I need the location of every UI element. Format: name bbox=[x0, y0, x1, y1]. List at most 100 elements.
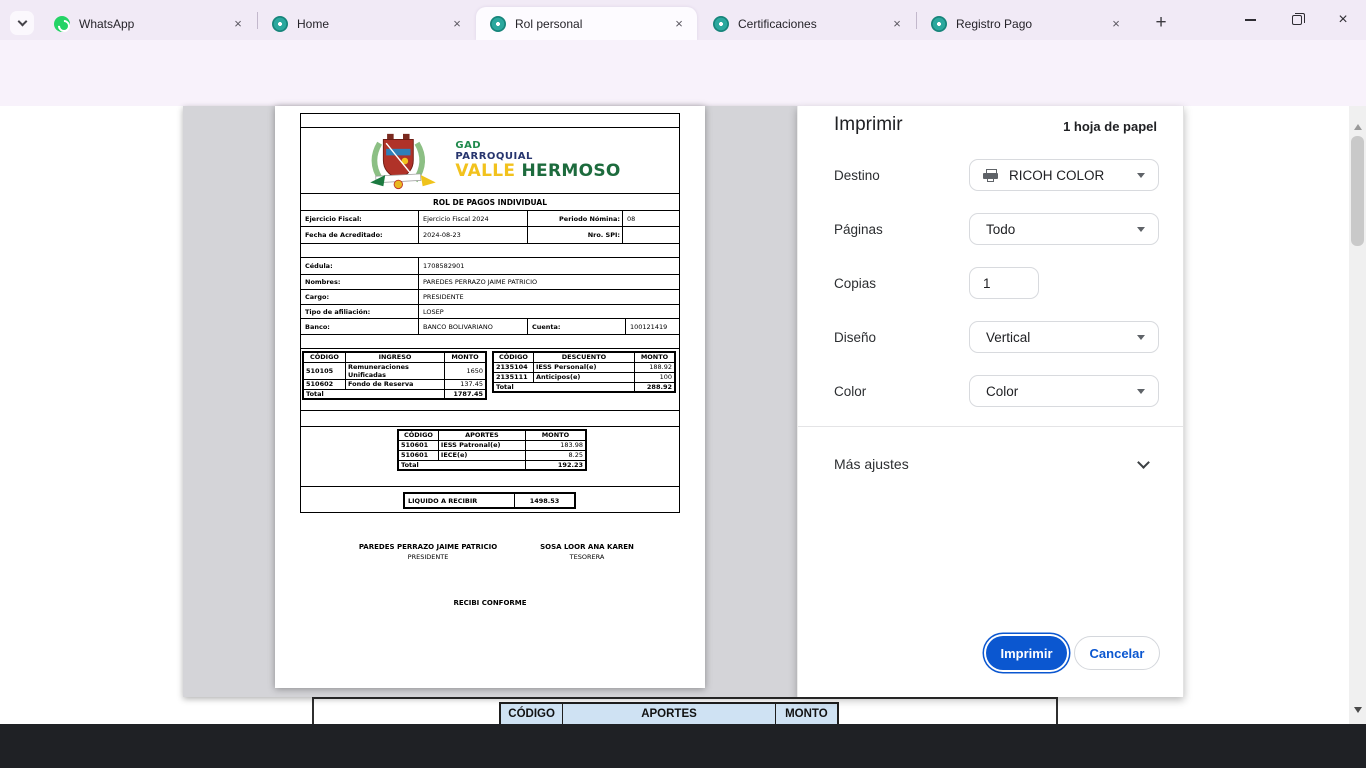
column-header: CÓDIGO bbox=[500, 703, 563, 725]
doc-empty-row bbox=[301, 244, 679, 258]
close-icon: × bbox=[1338, 11, 1347, 29]
tab-registro-pago[interactable]: Registro Pago × bbox=[917, 7, 1134, 40]
column-header: DESCUENTO bbox=[533, 352, 634, 362]
print-button[interactable]: Imprimir bbox=[986, 636, 1067, 670]
doc-cargo-row: Cargo: PRESIDENTE bbox=[301, 290, 679, 305]
field-value: 08 bbox=[623, 211, 679, 226]
recibi-conforme-label: RECIBI CONFORME bbox=[275, 599, 705, 607]
destino-select[interactable]: RICOH COLOR bbox=[969, 159, 1159, 191]
chevron-down-icon bbox=[1137, 173, 1145, 178]
table-row: 510601IESS Patronal(e)183.98 bbox=[398, 440, 586, 450]
chevron-down-icon[interactable] bbox=[1137, 456, 1150, 469]
org-line1: GAD bbox=[455, 140, 620, 151]
field-label: Tipo de afiliación: bbox=[301, 305, 419, 318]
site-favicon-icon bbox=[713, 16, 729, 32]
doc-title: ROL DE PAGOS INDIVIDUAL bbox=[301, 194, 679, 211]
tab-close-icon[interactable]: × bbox=[1108, 16, 1124, 32]
table-row: 510602Fondo de Reserva137.45 bbox=[303, 379, 486, 389]
column-header: MONTO bbox=[635, 352, 675, 362]
column-header: CÓDIGO bbox=[303, 352, 345, 362]
doc-aportes-row: CÓDIGOAPORTESMONTO 510601IESS Patronal(e… bbox=[301, 427, 679, 487]
diseno-label: Diseño bbox=[834, 330, 876, 345]
tab-close-icon[interactable]: × bbox=[230, 16, 246, 32]
scroll-up-icon[interactable] bbox=[1354, 124, 1362, 130]
tab-label: Home bbox=[297, 17, 441, 31]
windows-taskbar: 1 13°C Nublado Búsqueda T X W bbox=[0, 724, 1366, 768]
field-value: 100121419 bbox=[626, 319, 679, 334]
gad-crest-logo bbox=[359, 132, 447, 190]
print-dialog: Imprimir 1 hoja de papel Destino RICOH C… bbox=[797, 106, 1184, 697]
sheets-count: 1 hoja de papel bbox=[1063, 119, 1157, 134]
tab-certificaciones[interactable]: Certificaciones × bbox=[699, 7, 915, 40]
print-dialog-title: Imprimir bbox=[834, 114, 903, 136]
tab-label: Certificaciones bbox=[738, 17, 881, 31]
liquido-a-recibir-box: LIQUIDO A RECIBIR 1498.53 bbox=[403, 492, 576, 509]
tab-close-icon[interactable]: × bbox=[449, 16, 465, 32]
table-row: 510105Remuneraciones Unificadas1650 bbox=[303, 362, 486, 379]
page-table-border bbox=[312, 697, 314, 724]
page-table-border bbox=[312, 697, 1058, 699]
tab-home[interactable]: Home × bbox=[258, 7, 475, 40]
tab-label: Registro Pago bbox=[956, 17, 1100, 31]
total-row: Total1787.45 bbox=[303, 389, 486, 399]
liquido-value: 1498.53 bbox=[515, 494, 574, 507]
field-value: PRESIDENTE bbox=[419, 290, 679, 304]
scrollbar-thumb[interactable] bbox=[1351, 136, 1364, 246]
column-header: INGRESO bbox=[345, 352, 444, 362]
more-settings-button[interactable]: Más ajustes bbox=[834, 456, 909, 472]
doc-liquido-row: LIQUIDO A RECIBIR 1498.53 bbox=[301, 487, 679, 512]
site-favicon-icon bbox=[272, 16, 288, 32]
color-label: Color bbox=[834, 384, 866, 399]
doc-meta-row-1: Ejercicio Fiscal: Ejercicio Fiscal 2024 … bbox=[301, 211, 679, 227]
org-name: GAD PARROQUIAL VALLE HERMOSO bbox=[455, 140, 620, 181]
site-favicon-icon bbox=[931, 16, 947, 32]
field-value: BANCO BOLIVARIANO bbox=[419, 319, 528, 334]
close-button[interactable]: × bbox=[1320, 0, 1366, 40]
doc-empty-row bbox=[301, 411, 679, 427]
doc-cedula-row: Cédula: 1708582901 bbox=[301, 258, 679, 275]
minimize-button[interactable] bbox=[1227, 0, 1273, 40]
color-value: Color bbox=[986, 384, 1018, 399]
color-select[interactable]: Color bbox=[969, 375, 1159, 407]
column-header: MONTO bbox=[525, 430, 586, 440]
field-label: Fecha de Acreditado: bbox=[301, 227, 419, 243]
destino-value: RICOH COLOR bbox=[1009, 168, 1104, 183]
tab-close-icon[interactable]: × bbox=[889, 16, 905, 32]
doc-logo-row: GAD PARROQUIAL VALLE HERMOSO bbox=[301, 128, 679, 194]
new-tab-button[interactable]: + bbox=[1148, 10, 1174, 36]
org-line3: VALLE HERMOSO bbox=[455, 162, 620, 181]
doc-ingresos-descuentos-row: CÓDIGOINGRESOMONTO 510105Remuneraciones … bbox=[301, 349, 679, 411]
scroll-down-icon[interactable] bbox=[1354, 707, 1362, 713]
field-label: Banco: bbox=[301, 319, 419, 334]
tab-search-button[interactable] bbox=[10, 11, 34, 35]
chevron-down-icon bbox=[1137, 389, 1145, 394]
bookmarks-bar: Outlook.com - Mic Todos los marcadores bbox=[0, 84, 1366, 106]
diseno-select[interactable]: Vertical bbox=[969, 321, 1159, 353]
browser-toolbar: ← → ↻ ⌂ fingads.net/sf2/nomina/files/rol… bbox=[0, 40, 1366, 84]
background-aportes-table: CÓDIGO APORTES MONTO bbox=[499, 702, 839, 726]
doc-nombres-row: Nombres: PAREDES PERRAZO JAIME PATRICIO bbox=[301, 275, 679, 290]
paginas-label: Páginas bbox=[834, 222, 883, 237]
column-header: CÓDIGO bbox=[493, 352, 533, 362]
doc-meta-row-2: Fecha de Acreditado: 2024-08-23 Nro. SPI… bbox=[301, 227, 679, 244]
paginas-select[interactable]: Todo bbox=[969, 213, 1159, 245]
aportes-table: CÓDIGOAPORTESMONTO 510601IESS Patronal(e… bbox=[397, 429, 587, 471]
minimize-icon bbox=[1245, 19, 1256, 21]
field-label: Cédula: bbox=[301, 258, 419, 274]
tab-whatsapp[interactable]: WhatsApp × bbox=[40, 7, 256, 40]
field-label: Nro. SPI: bbox=[528, 227, 623, 243]
column-header: MONTO bbox=[775, 703, 838, 725]
print-preview-sheet: GAD PARROQUIAL VALLE HERMOSO ROL DE PAGO… bbox=[275, 106, 705, 688]
tab-close-icon[interactable]: × bbox=[671, 16, 687, 32]
field-value: PAREDES PERRAZO JAIME PATRICIO bbox=[419, 275, 679, 289]
column-header: MONTO bbox=[445, 352, 486, 362]
maximize-button[interactable] bbox=[1274, 0, 1320, 40]
tab-rol-personal-active[interactable]: Rol personal × bbox=[476, 7, 697, 40]
copias-input[interactable] bbox=[969, 267, 1039, 299]
doc-banco-row: Banco: BANCO BOLIVARIANO Cuenta: 1001214… bbox=[301, 319, 679, 335]
payroll-document: GAD PARROQUIAL VALLE HERMOSO ROL DE PAGO… bbox=[300, 113, 680, 513]
tab-label: WhatsApp bbox=[79, 17, 222, 31]
cancel-button[interactable]: Cancelar bbox=[1074, 636, 1160, 670]
total-row: Total192.23 bbox=[398, 460, 586, 470]
diseno-value: Vertical bbox=[986, 330, 1030, 345]
